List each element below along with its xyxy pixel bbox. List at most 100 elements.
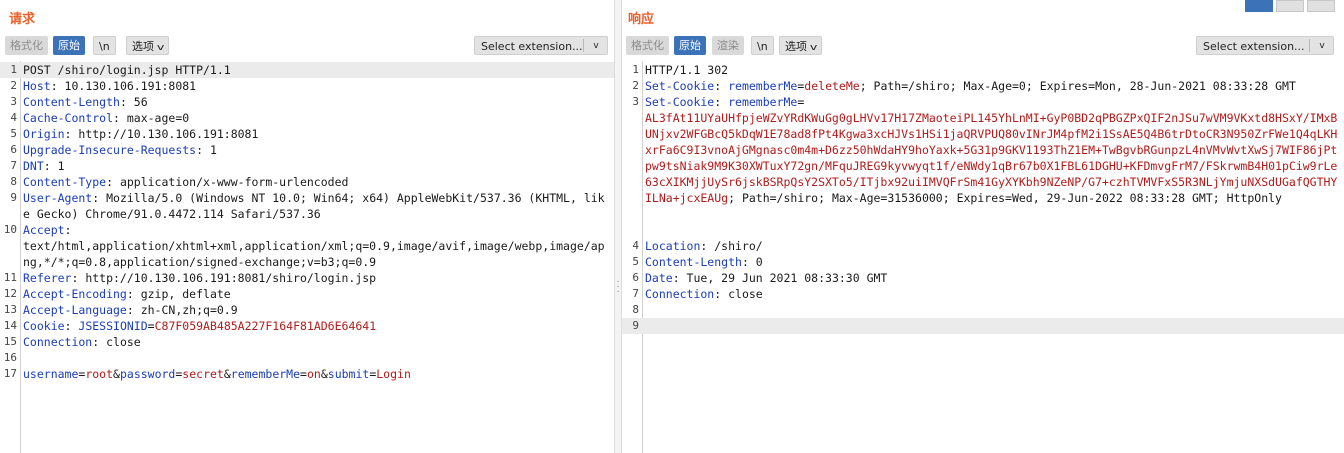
header-name: Accept bbox=[23, 223, 65, 237]
text-segment: & bbox=[113, 367, 120, 381]
text-segment: : text/html,application/xhtml+xml,applic… bbox=[23, 223, 605, 269]
line-text: Content-Length: 0 bbox=[645, 254, 1338, 270]
text-segment: = bbox=[147, 319, 155, 333]
code-line[interactable]: 12 Accept-Encoding: gzip, deflate bbox=[0, 286, 614, 302]
line-number: 1 bbox=[632, 63, 639, 76]
text-segment: : 0 bbox=[741, 255, 763, 269]
request-extension-label: Select extension... bbox=[481, 40, 583, 53]
line-text: Set-Cookie: rememberMe= AL3fAt11UYaUHfpj… bbox=[645, 94, 1338, 206]
line-text: DNT: 1 bbox=[23, 158, 608, 174]
code-line[interactable]: 8 Content-Type: application/x-www-form-ur… bbox=[0, 174, 614, 190]
response-render-button[interactable]: 渲染 bbox=[712, 36, 744, 55]
header-name: Cookie bbox=[23, 319, 65, 333]
param-value: deleteMe bbox=[804, 79, 860, 93]
code-line[interactable]: 3 Set-Cookie: rememberMe= AL3fAt11UYaUHfp… bbox=[622, 94, 1344, 238]
response-pretty-button[interactable]: 格式化 bbox=[626, 36, 669, 55]
param-value: secret bbox=[182, 367, 224, 381]
request-options-label: 选项 bbox=[132, 40, 154, 53]
code-line[interactable]: 14 Cookie: JSESSIONID=C87F059AB485A227F16… bbox=[0, 318, 614, 334]
text-segment: = bbox=[300, 367, 307, 381]
text-segment: : Tue, 29 Jun 2021 08:33:30 GMT bbox=[672, 271, 888, 285]
line-number: 3 bbox=[632, 95, 639, 108]
code-line[interactable]: 7 Connection: close bbox=[622, 286, 1344, 302]
line-number: 2 bbox=[10, 79, 17, 92]
split-vertical-icon[interactable] bbox=[1276, 0, 1304, 12]
line-text: username=root&password=secret&rememberMe… bbox=[23, 366, 608, 382]
text-segment: : zh-CN,zh;q=0.9 bbox=[126, 303, 238, 317]
text-segment: ; Path=/shiro; Max-Age=0; Expires=Mon, 2… bbox=[859, 79, 1296, 93]
single-view-icon[interactable] bbox=[1307, 0, 1335, 12]
code-line[interactable]: 2 Host: 10.130.106.191:8081 bbox=[0, 78, 614, 94]
param-value: on bbox=[306, 367, 321, 381]
header-name: Upgrade-Insecure-Requests bbox=[23, 143, 197, 157]
code-line[interactable]: 11 Referer: http://10.130.106.191:8081/sh… bbox=[0, 270, 614, 286]
code-line[interactable]: 8 bbox=[622, 302, 1344, 318]
code-line[interactable]: 6 Upgrade-Insecure-Requests: 1 bbox=[0, 142, 614, 158]
line-text: Accept-Language: zh-CN,zh;q=0.9 bbox=[23, 302, 608, 318]
request-editor[interactable]: 1 POST /shiro/login.jsp HTTP/1.1 2 Host: 10… bbox=[0, 61, 614, 453]
code-line[interactable]: 5 Origin: http://10.130.106.191:8081 bbox=[0, 126, 614, 142]
response-pane: 响应 格式化 原始 渲染 \n 选项 v Select extension... … bbox=[622, 0, 1344, 453]
code-line[interactable]: 16 bbox=[0, 350, 614, 366]
text-segment: : /shiro/ bbox=[700, 239, 763, 253]
line-text: Date: Tue, 29 Jun 2021 08:33:30 GMT bbox=[645, 270, 1338, 286]
text-segment: & bbox=[223, 367, 231, 381]
line-text: POST /shiro/login.jsp HTTP/1.1 bbox=[23, 62, 608, 78]
header-name: Host bbox=[23, 79, 51, 93]
code-line[interactable]: 9 User-Agent: Mozilla/5.0 (Windows NT 10.… bbox=[0, 190, 614, 222]
line-text: Upgrade-Insecure-Requests: 1 bbox=[23, 142, 608, 158]
code-line[interactable]: 7 DNT: 1 bbox=[0, 158, 614, 174]
text-segment: = bbox=[797, 95, 805, 109]
response-options-dropdown[interactable]: 选项 v bbox=[779, 36, 823, 55]
chevron-down-icon: v bbox=[156, 43, 165, 53]
line-text: HTTP/1.1 302 bbox=[645, 62, 1338, 78]
text-segment: HTTP/1.1 302 bbox=[645, 63, 729, 77]
request-pretty-button[interactable]: 格式化 bbox=[5, 36, 48, 55]
line-number: 4 bbox=[10, 111, 17, 124]
line-text: Cache-Control: max-age=0 bbox=[23, 110, 608, 126]
text-segment: : application/x-www-form-urlencoded bbox=[106, 175, 349, 189]
pane-splitter[interactable] bbox=[614, 0, 622, 453]
line-number: 17 bbox=[3, 367, 17, 380]
code-line[interactable]: 6 Date: Tue, 29 Jun 2021 08:33:30 GMT bbox=[622, 270, 1344, 286]
line-number: 7 bbox=[632, 287, 639, 300]
request-toolbar: 格式化 原始 \n 选项 v Select extension... v bbox=[4, 36, 608, 56]
header-name: Content-Length bbox=[645, 255, 742, 269]
code-line[interactable]: 2 Set-Cookie: rememberMe=deleteMe; Path=/… bbox=[622, 78, 1344, 94]
request-extension-select[interactable]: Select extension... v bbox=[474, 36, 608, 55]
drag-handle-icon[interactable]: · · · bbox=[616, 277, 620, 297]
text-segment: : bbox=[714, 79, 729, 93]
code-line[interactable]: 4 Location: /shiro/ bbox=[622, 238, 1344, 254]
header-name: Date bbox=[645, 271, 673, 285]
request-options-dropdown[interactable]: 选项 v bbox=[126, 36, 170, 55]
line-text: Content-Length: 56 bbox=[23, 94, 608, 110]
line-number: 2 bbox=[632, 79, 639, 92]
header-name: Content-Type bbox=[23, 175, 107, 189]
response-newline-toggle[interactable]: \n bbox=[751, 36, 774, 55]
split-horizontal-icon[interactable] bbox=[1245, 0, 1273, 12]
response-editor[interactable]: 1 HTTP/1.1 302 2 Set-Cookie: rememberMe=del… bbox=[622, 61, 1344, 453]
chevron-down-icon: v bbox=[593, 41, 599, 51]
code-line[interactable]: 15 Connection: close bbox=[0, 334, 614, 350]
text-segment: : http://10.130.106.191:8081/shiro/login… bbox=[71, 271, 377, 285]
header-name: username bbox=[23, 367, 79, 381]
response-extension-select[interactable]: Select extension... v bbox=[1196, 36, 1334, 55]
code-line[interactable]: 3 Content-Length: 56 bbox=[0, 94, 614, 110]
code-line[interactable]: 9 bbox=[622, 318, 1344, 334]
request-newline-toggle[interactable]: \n bbox=[93, 36, 116, 55]
code-line[interactable]: 1 HTTP/1.1 302 bbox=[622, 62, 1344, 78]
header-name: Cache-Control bbox=[23, 111, 114, 125]
line-number: 9 bbox=[632, 319, 639, 332]
code-line[interactable]: 13 Accept-Language: zh-CN,zh;q=0.9 bbox=[0, 302, 614, 318]
line-number: 5 bbox=[632, 255, 639, 268]
text-segment: : Mozilla/5.0 (Windows NT 10.0; Win64; x… bbox=[23, 191, 605, 221]
line-number: 15 bbox=[3, 335, 17, 348]
code-line[interactable]: 4 Cache-Control: max-age=0 bbox=[0, 110, 614, 126]
code-line[interactable]: 17 username=root&password=secret&remember… bbox=[0, 366, 614, 382]
response-raw-button[interactable]: 原始 bbox=[674, 36, 706, 55]
request-raw-button[interactable]: 原始 bbox=[53, 36, 85, 55]
code-line[interactable]: 1 POST /shiro/login.jsp HTTP/1.1 bbox=[0, 62, 614, 78]
code-line[interactable]: 10 Accept: text/html,application/xhtml+xm… bbox=[0, 222, 614, 270]
line-number: 6 bbox=[632, 271, 639, 284]
code-line[interactable]: 5 Content-Length: 0 bbox=[622, 254, 1344, 270]
